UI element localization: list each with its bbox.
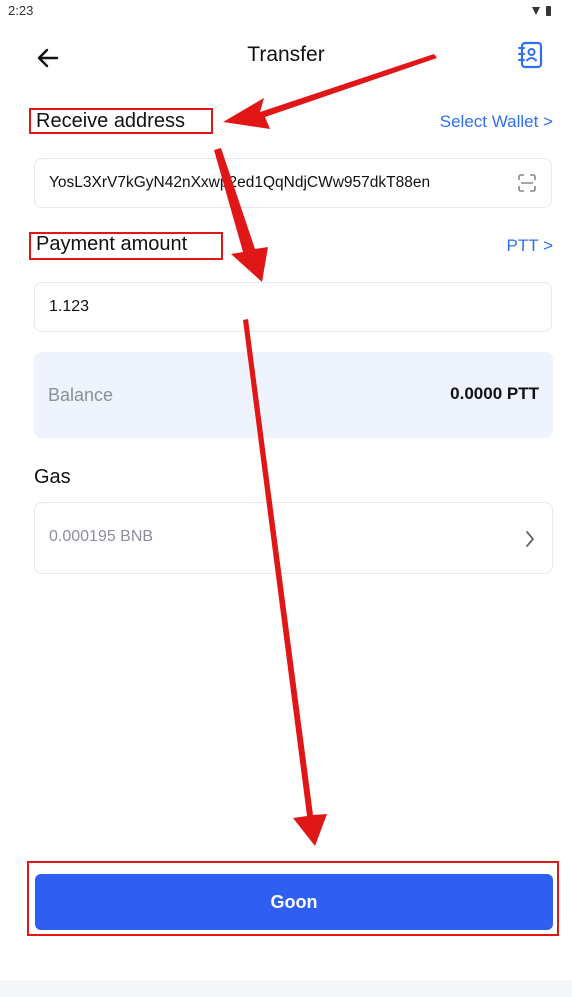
annotation-arrow-to-goon-button: [243, 319, 327, 846]
annotation-arrow-to-receive-label: [223, 54, 437, 129]
navigation-bar-area: [0, 980, 572, 997]
annotation-arrow-to-payment-label: [214, 148, 268, 282]
annotation-arrows: [214, 54, 437, 846]
